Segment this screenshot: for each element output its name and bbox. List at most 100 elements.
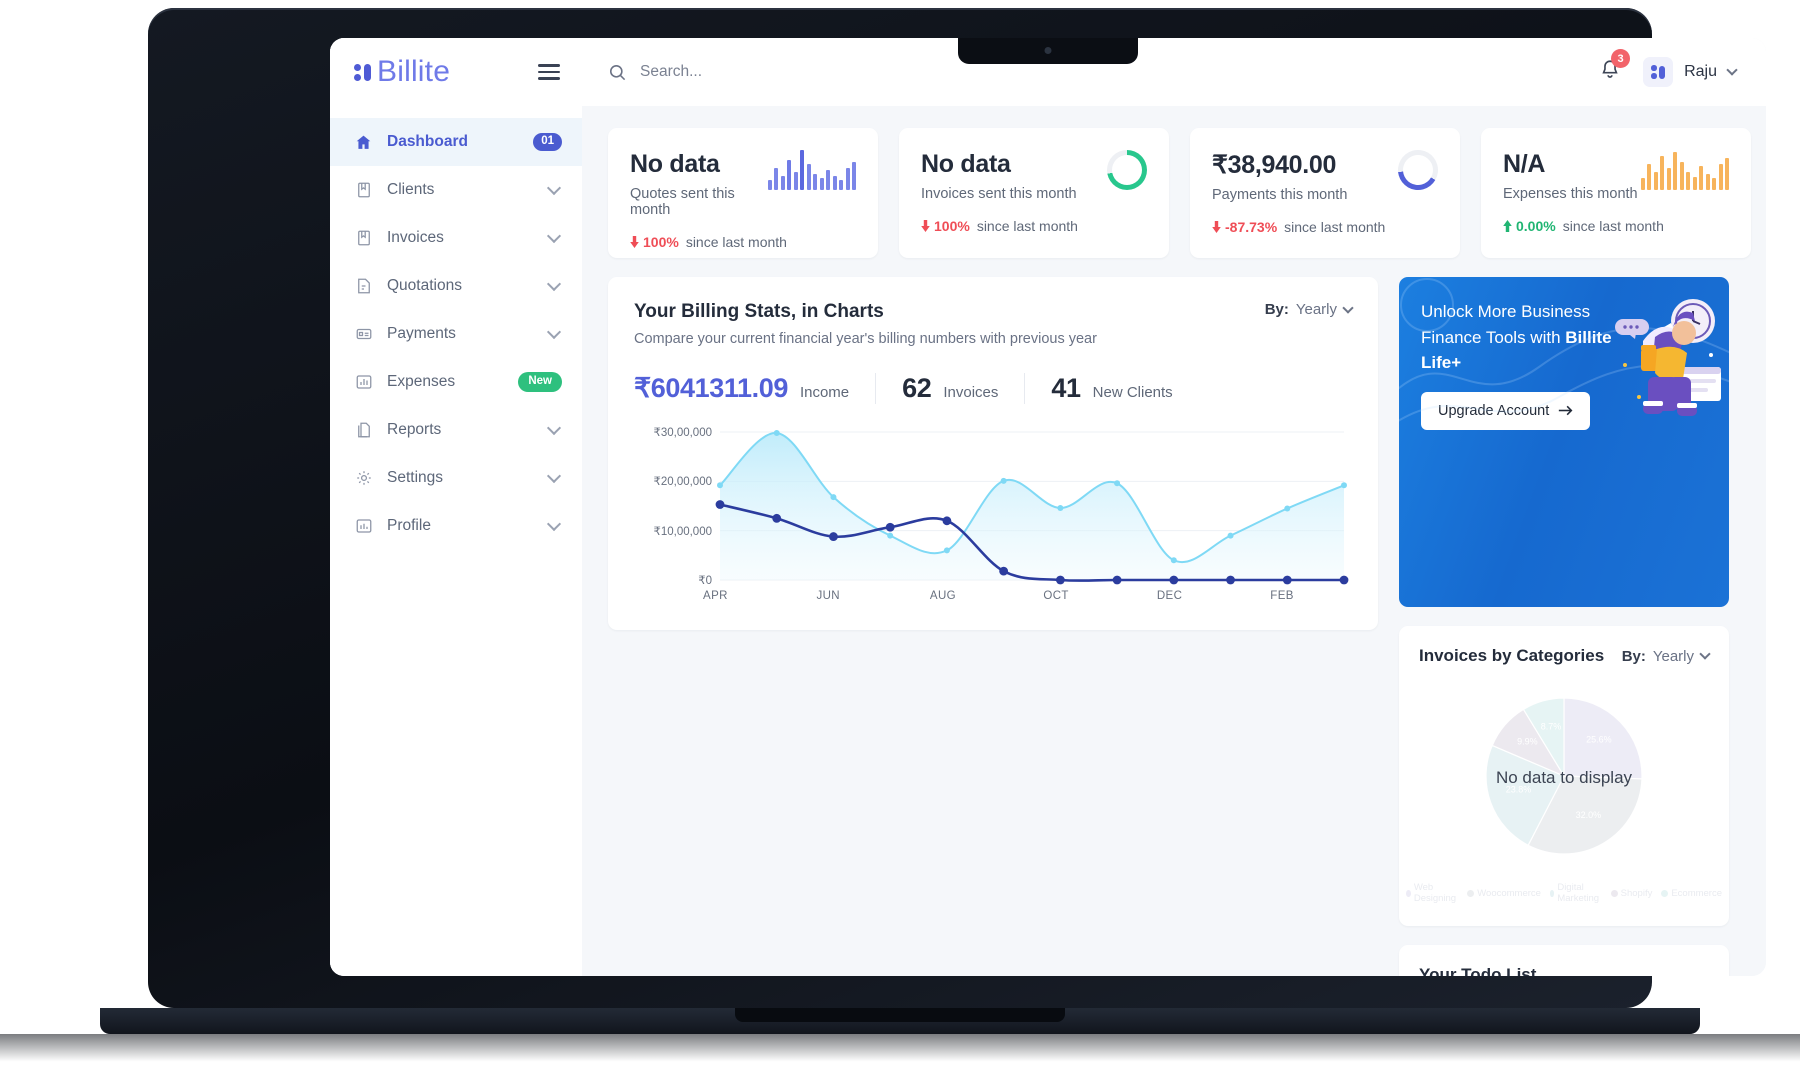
categories-period-filter-label: By: [1621, 647, 1646, 665]
sidebar-item-label: Payments [387, 325, 456, 342]
stat-card-value: N/A [1503, 150, 1546, 178]
legend-dot-icon [1549, 889, 1555, 897]
chart-y-tick: ₹10,00,000 [653, 525, 712, 538]
hamburger-icon[interactable] [538, 64, 560, 80]
stat-card-2: No data Invoices sent this month 100% since… [899, 128, 1169, 258]
stat-card-4: N/A Expenses this month 0.00% since last mo… [1481, 128, 1751, 258]
document-icon [354, 421, 373, 440]
chevron-down-icon [546, 276, 562, 292]
stat-card-footer: -87.73% since last month [1212, 219, 1438, 235]
billing-period-filter[interactable]: By: Yearly [1264, 301, 1354, 318]
svg-text:25.6%: 25.6% [1586, 734, 1612, 744]
stat-card-delta: -87.73% [1212, 219, 1277, 235]
pie-legend-item[interactable]: Digital Marketing [1549, 882, 1602, 904]
invoices-by-categories-card: Invoices by Categories By: Yearly 25.6% 3… [1399, 626, 1729, 926]
chevron-down-icon [546, 228, 562, 244]
card-icon [354, 325, 373, 344]
stat-card-since: since last month [685, 234, 787, 250]
billing-area-chart: ₹0 ₹10,00,000 ₹20,00,000 ₹30,00,000 APR JUN A… [634, 422, 1352, 612]
stat-card-label: Expenses this month [1503, 186, 1638, 202]
chart-x-tick: FEB [1270, 590, 1294, 602]
sidebar-badge-new: New [518, 372, 562, 392]
webcam-dot-icon [1044, 47, 1052, 54]
gear-icon [354, 469, 373, 488]
chart-x-tick: APR [703, 590, 728, 602]
billing-kpi-label: New Clients [1092, 384, 1173, 401]
sidebar: Billite Dashboard 01 Clients Invoices Quotat… [330, 38, 582, 976]
legend-dot-icon [1661, 889, 1669, 897]
pie-chart-legend: Web Designing Woocommerce Digital Marketin… [1405, 882, 1722, 904]
chart-y-tick: ₹20,00,000 [653, 476, 712, 489]
stat-card-top: ₹38,940.00 Payments this month [1212, 142, 1446, 203]
chart-y-tick: ₹0 [698, 575, 712, 587]
billing-kpi-row: ₹6041311.09 Income 62 Invoices 41 New Clients [634, 373, 1352, 404]
sidebar-item-reports[interactable]: Reports [330, 406, 582, 454]
billing-kpi-label: Invoices [943, 384, 999, 401]
promo-banner: Unlock More Business Finance Tools with … [1399, 277, 1729, 607]
chevron-down-icon [546, 468, 562, 484]
pie-legend-item[interactable]: Web Designing [1405, 882, 1458, 904]
search-bar[interactable] [608, 63, 970, 82]
chart-y-tick: ₹30,00,000 [653, 427, 712, 439]
pie-legend-item[interactable]: Woocommerce [1467, 882, 1541, 904]
chart-icon [354, 517, 373, 536]
donut-blue-icon [1390, 142, 1446, 198]
sidebar-item-expenses[interactable]: Expenses New [330, 358, 582, 406]
billing-kpi-value: 41 [1051, 373, 1081, 403]
stat-card-top: No data Invoices sent this month [921, 150, 1147, 202]
billing-stats-description: Compare your current financial year's bi… [634, 331, 1097, 347]
billing-chart-svg [715, 429, 1349, 585]
sidebar-item-payments[interactable]: Payments [330, 310, 582, 358]
brand-logo[interactable]: Billite [354, 55, 450, 89]
stat-card-3: ₹38,940.00 Payments this month -87.73% sinc… [1190, 128, 1460, 258]
sidebar-item-quotations[interactable]: Quotations [330, 262, 582, 310]
pie-legend-item[interactable]: Ecommerce [1661, 882, 1722, 904]
user-menu[interactable]: Raju [1643, 57, 1738, 87]
pie-legend-label: Woocommerce [1477, 887, 1541, 899]
person-with-folder-illustration [1615, 299, 1721, 416]
notifications-button[interactable]: 3 [1599, 49, 1631, 86]
sidebar-item-settings[interactable]: Settings [330, 454, 582, 502]
invoices-by-categories-title: Invoices by Categories [1419, 646, 1605, 665]
pie-legend-label: Ecommerce [1671, 887, 1723, 899]
sparkline-orange-icon [1640, 150, 1729, 190]
donut-green-icon [1107, 150, 1147, 190]
arrow-down-icon [921, 220, 930, 232]
stat-card-top: No data Quotes sent this month [630, 150, 856, 218]
billing-stats-header: Your Billing Stats, in Charts Compare yo… [634, 301, 1354, 347]
chevron-down-icon [546, 420, 562, 436]
stat-card-delta: 100% [921, 218, 970, 234]
chevron-down-icon [1342, 301, 1354, 314]
todo-card: Your Todo List + [1399, 945, 1729, 976]
topbar-actions: 3 Raju [1599, 49, 1738, 87]
sidebar-item-label: Profile [387, 517, 431, 534]
sidebar-item-profile[interactable]: Profile [330, 502, 582, 550]
topbar: 3 Raju [582, 38, 1766, 106]
pie-legend-item[interactable]: Shopify [1610, 882, 1653, 904]
billing-period-filter-label: By: [1264, 301, 1289, 318]
mid-row: Your Billing Stats, in Charts Compare yo… [608, 277, 1766, 976]
legend-dot-icon [1467, 889, 1475, 897]
search-input[interactable] [640, 63, 970, 81]
home-icon [354, 133, 373, 152]
stat-card-delta: 0.00% [1503, 218, 1556, 234]
billing-kpi-new-clients: 41 New Clients [1024, 373, 1198, 404]
chart-x-tick: DEC [1156, 590, 1183, 602]
main-content: No data Quotes sent this month 100% since l… [582, 106, 1766, 976]
stat-card-value: ₹38,940.00 [1212, 151, 1337, 179]
svg-text:8.7%: 8.7% [1541, 721, 1562, 731]
notification-count-badge: 3 [1611, 49, 1631, 68]
page-title: Your Billing Stats, in Charts [634, 301, 884, 322]
billing-kpi-income: ₹6041311.09 Income [634, 373, 875, 404]
categories-period-filter[interactable]: By: Yearly [1621, 647, 1711, 665]
chart-x-tick: OCT [1043, 590, 1069, 602]
laptop-trackpad-notch [735, 1008, 1065, 1022]
laptop-screen: Billite Dashboard 01 Clients Invoices Quotat… [330, 38, 1766, 976]
sidebar-item-clients[interactable]: Clients [330, 166, 582, 214]
sidebar-item-dashboard[interactable]: Dashboard 01 [330, 118, 582, 166]
arrow-down-icon [630, 236, 639, 248]
sidebar-item-label: Clients [387, 181, 435, 198]
sidebar-item-invoices[interactable]: Invoices [330, 214, 582, 262]
pie-legend-label: Shopify [1620, 887, 1653, 899]
stat-card-label: Quotes sent this month [630, 186, 735, 218]
